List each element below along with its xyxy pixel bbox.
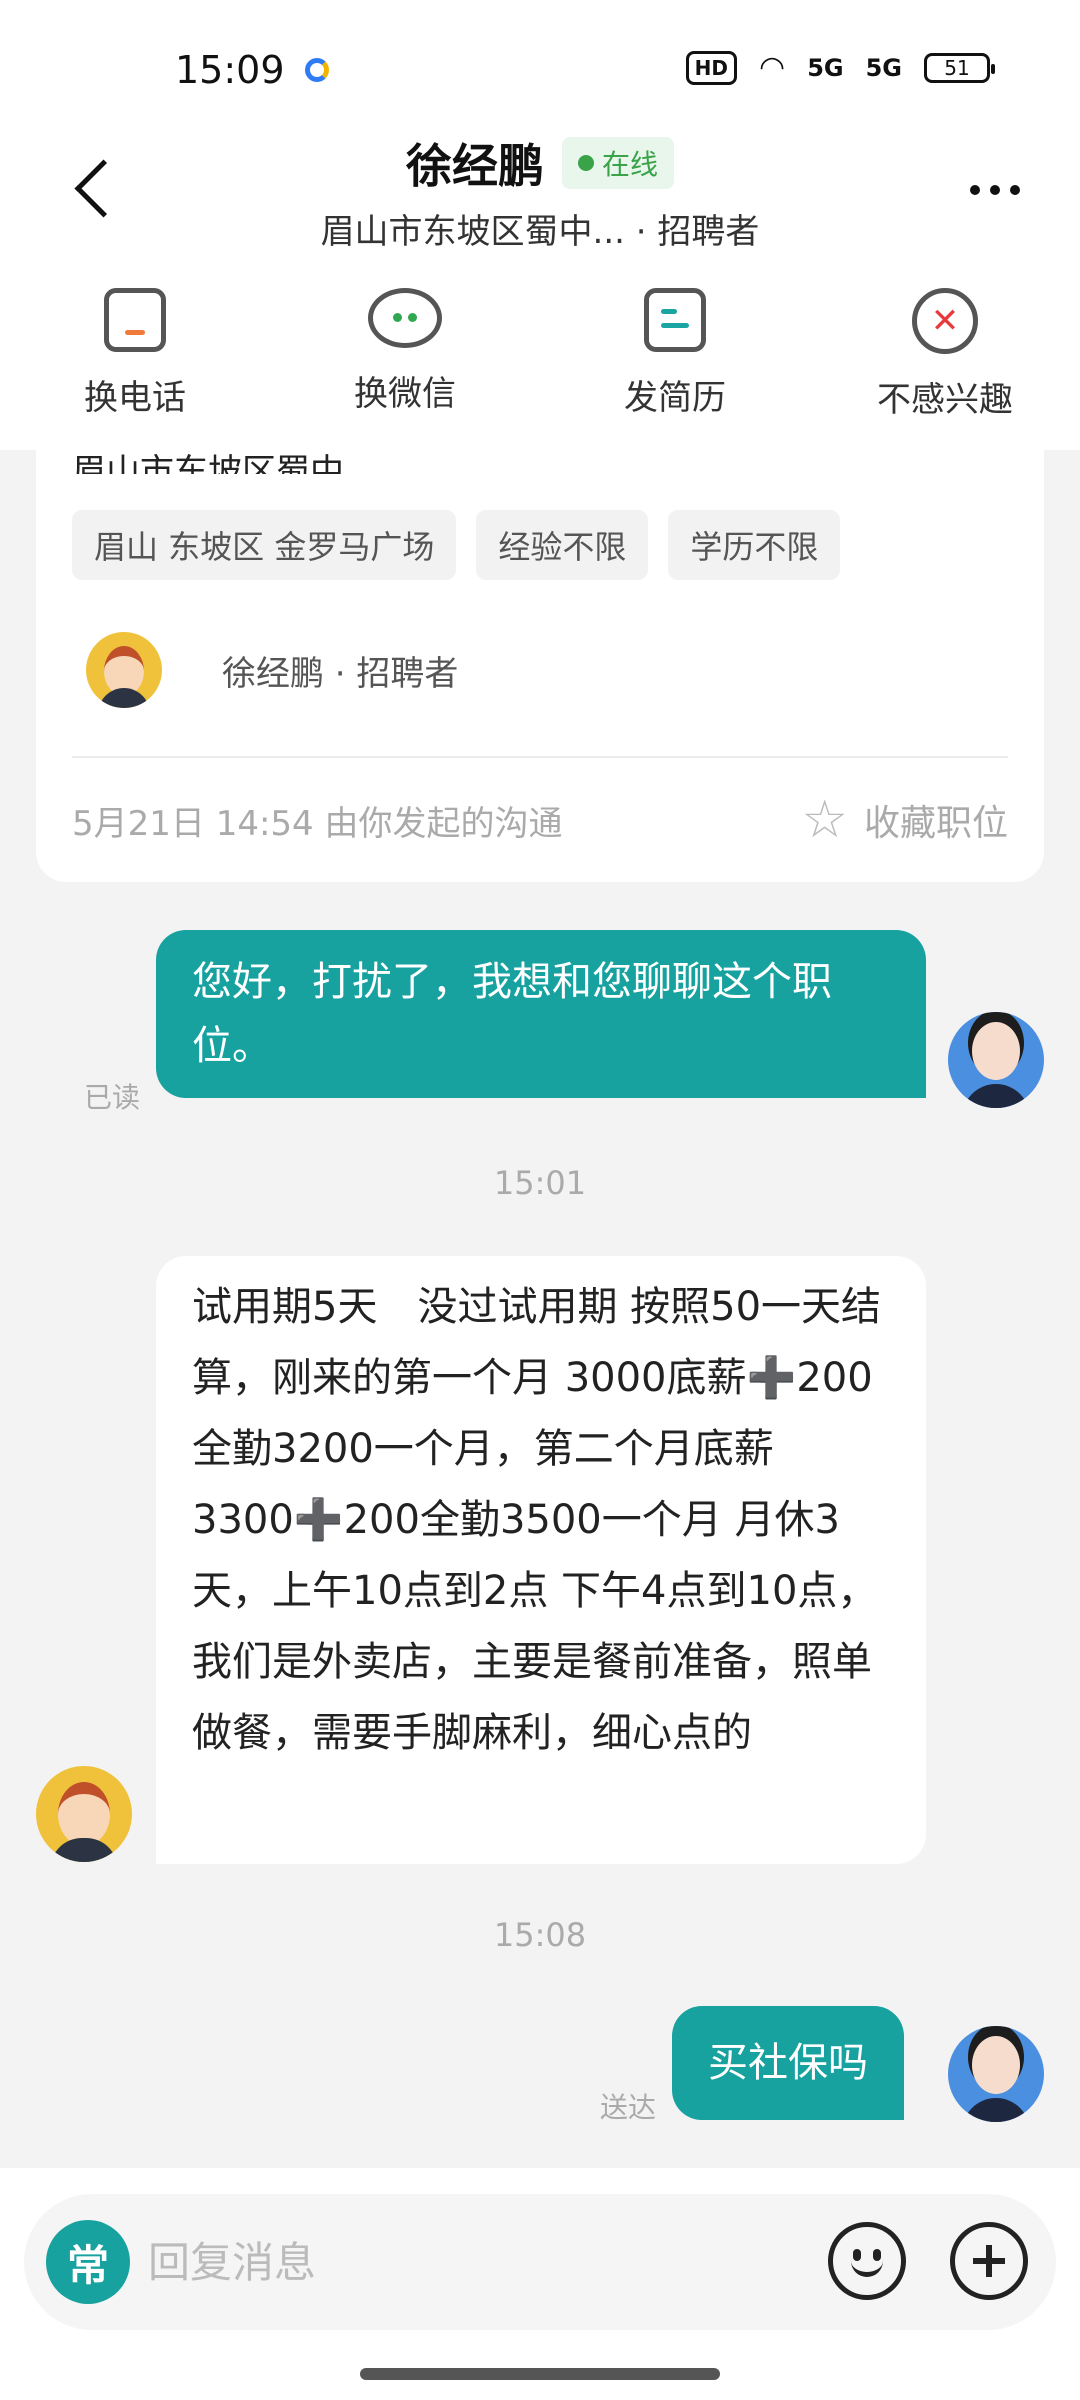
exchange-phone-button[interactable]: 换电话	[0, 270, 270, 450]
signal-5g-icon: 5G	[807, 53, 844, 82]
job-card[interactable]: 眉山市东坡区蜀中... 眉山 东坡区 金罗马广场 经验不限 学历不限 徐经鹏 ·…	[36, 450, 1044, 882]
phone-icon	[104, 288, 166, 352]
action-bar: 换电话 换微信 发简历 ✕ 不感兴趣	[0, 270, 1080, 450]
recruiter-name: 徐经鹏 · 招聘者	[222, 653, 459, 694]
input-bar: 常	[24, 2194, 1056, 2330]
favorite-job-button[interactable]: ☆ 收藏职位	[801, 794, 1008, 846]
online-dot-icon	[577, 155, 594, 171]
exchange-wechat-button[interactable]: 换微信	[270, 270, 540, 450]
signal-5g-icon-2: 5G	[865, 53, 902, 82]
not-interested-label: 不感兴趣	[877, 380, 1013, 420]
status-indicators: HD ◠ 5G 5G 51	[685, 50, 995, 85]
message-composer: 常	[0, 2168, 1080, 2400]
favorite-label: 收藏职位	[863, 803, 1008, 844]
tag-experience: 经验不限	[476, 510, 649, 580]
message-input[interactable]	[148, 2224, 708, 2300]
home-indicator[interactable]	[360, 2368, 720, 2380]
job-tags: 眉山 东坡区 金罗马广场 经验不限 学历不限	[72, 510, 841, 580]
recruiter-avatar	[86, 632, 162, 708]
message-incoming-1[interactable]: 试用期5天 没过试用期 按照50一天结算，刚来的第一个月 3000底薪➕200全…	[156, 1256, 926, 1864]
time-separator-2: 15:08	[493, 1916, 587, 1954]
emoji-icon[interactable]	[828, 2222, 906, 2300]
message-outgoing-2[interactable]: 买社保吗	[672, 2006, 904, 2120]
status-bar: 15:09 HD ◠ 5G 5G 51	[0, 0, 1080, 140]
online-badge: 在线	[561, 137, 674, 189]
my-avatar-2[interactable]	[948, 2026, 1044, 2122]
tag-location: 眉山 东坡区 金罗马广场	[72, 510, 457, 580]
chat-header: 徐经鹏 在线 眉山市东坡区蜀中... · 招聘者	[0, 120, 1080, 270]
read-status: 已读	[84, 1081, 141, 1114]
app-notification-icon	[305, 58, 329, 82]
plus-icon[interactable]	[950, 2222, 1028, 2300]
common-phrases-button[interactable]: 常	[46, 2220, 130, 2304]
hd-icon: HD	[685, 50, 737, 85]
status-time: 15:09	[175, 48, 285, 92]
my-avatar[interactable]	[948, 1012, 1044, 1108]
star-icon: ☆	[801, 790, 848, 850]
card-divider	[72, 756, 1008, 758]
send-resume-button[interactable]: 发简历	[540, 270, 810, 450]
online-label: 在线	[601, 148, 658, 181]
header-title: 徐经鹏 在线 眉山市东坡区蜀中... · 招聘者	[0, 130, 1080, 253]
close-circle-icon: ✕	[912, 288, 978, 354]
time-separator: 15:01	[493, 1164, 587, 1202]
not-interested-button[interactable]: ✕ 不感兴趣	[810, 270, 1080, 450]
message-outgoing-1[interactable]: 您好，打扰了，我想和您聊聊这个职位。	[156, 930, 926, 1098]
wechat-icon	[368, 288, 442, 348]
exchange-phone-label: 换电话	[84, 378, 186, 418]
delivered-status: 送达	[600, 2091, 657, 2124]
job-address: 眉山市东坡区蜀中...	[72, 452, 377, 474]
send-resume-label: 发简历	[624, 378, 726, 418]
wifi-icon: ◠	[759, 50, 786, 85]
contact-name: 徐经鹏	[405, 139, 544, 193]
chat-start-info: 5月21日 14:54 由你发起的沟通	[72, 803, 563, 844]
resume-icon	[644, 288, 706, 352]
contact-subtitle: 眉山市东坡区蜀中... · 招聘者	[320, 212, 760, 252]
recruiter-info[interactable]: 徐经鹏 · 招聘者	[86, 632, 458, 708]
exchange-wechat-label: 换微信	[354, 374, 456, 414]
tag-education: 学历不限	[668, 510, 841, 580]
card-footer: 5月21日 14:54 由你发起的沟通 ☆ 收藏职位	[72, 794, 1008, 846]
battery-icon: 51	[924, 52, 995, 83]
recruiter-chat-avatar[interactable]	[36, 1766, 132, 1862]
more-options-button[interactable]	[950, 160, 1040, 220]
